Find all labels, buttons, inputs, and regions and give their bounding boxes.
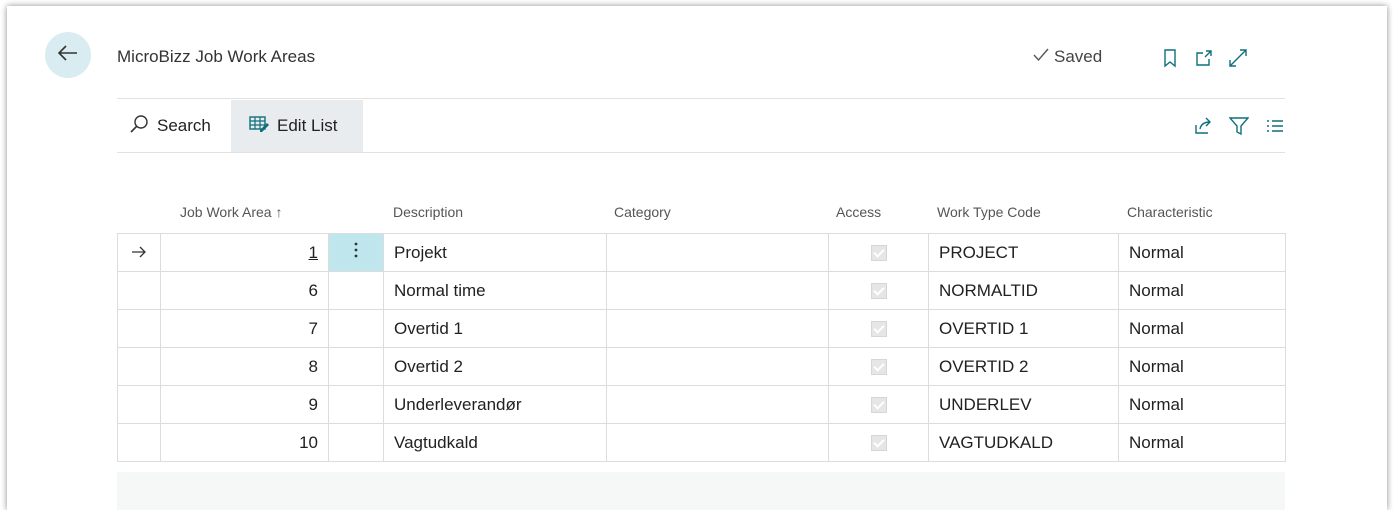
search-button[interactable]: Search — [129, 100, 211, 152]
characteristic-cell[interactable]: Normal — [1118, 423, 1286, 462]
description-cell[interactable]: Normal time — [383, 271, 607, 310]
job-work-area-cell[interactable]: 8 — [160, 347, 329, 386]
job-work-area-cell[interactable]: 1 — [160, 233, 329, 272]
action-bar: Search Edit List — [117, 100, 1285, 152]
access-checkbox[interactable] — [870, 283, 887, 300]
work-type-code-cell[interactable]: VAGTUDKALD — [928, 423, 1119, 462]
column-header-characteristic[interactable]: Characteristic — [1127, 204, 1213, 220]
header-divider — [117, 98, 1285, 99]
category-cell[interactable] — [606, 347, 829, 386]
job-work-area-value[interactable]: 1 — [309, 243, 318, 262]
list-options-icon[interactable] — [1265, 116, 1285, 136]
more-vertical-icon — [353, 242, 359, 263]
action-bar-right — [1193, 116, 1285, 136]
description-cell[interactable]: Overtid 2 — [383, 347, 607, 386]
saved-status: Saved — [1033, 47, 1102, 67]
row-menu-cell[interactable] — [328, 385, 384, 424]
current-row-arrow-icon — [117, 233, 161, 272]
saved-label: Saved — [1054, 47, 1103, 66]
column-header-work-type-code[interactable]: Work Type Code — [937, 204, 1041, 220]
description-cell[interactable]: Projekt — [383, 233, 607, 272]
work-type-code-cell[interactable]: UNDERLEV — [928, 385, 1119, 424]
access-cell[interactable] — [828, 309, 929, 348]
row-menu-cell[interactable] — [328, 271, 384, 310]
column-header-job-work-area[interactable]: Job Work Area ↑ — [180, 204, 282, 220]
filter-icon[interactable] — [1229, 116, 1249, 136]
job-work-area-cell[interactable]: 10 — [160, 423, 329, 462]
access-cell[interactable] — [828, 347, 929, 386]
characteristic-cell[interactable]: Normal — [1118, 233, 1286, 272]
row-selector[interactable] — [117, 423, 161, 462]
job-work-area-cell[interactable]: 9 — [160, 385, 329, 424]
bookmark-icon[interactable] — [1160, 48, 1180, 68]
expand-icon[interactable] — [1228, 48, 1248, 68]
table-row[interactable]: 10 Vagtudkald VAGTUDKALD Normal — [117, 423, 1286, 462]
row-menu-cell[interactable] — [328, 309, 384, 348]
open-in-new-window-icon[interactable] — [1194, 48, 1214, 68]
edit-list-icon — [249, 115, 269, 138]
access-cell[interactable] — [828, 233, 929, 272]
job-work-area-cell[interactable]: 6 — [160, 271, 329, 310]
category-cell[interactable] — [606, 423, 829, 462]
header-actions — [1160, 48, 1248, 68]
share-icon[interactable] — [1193, 116, 1213, 136]
back-button[interactable] — [45, 32, 91, 78]
characteristic-cell[interactable]: Normal — [1118, 385, 1286, 424]
work-type-code-cell[interactable]: PROJECT — [928, 233, 1119, 272]
data-grid: 1 Projekt PROJECT Normal 6 Normal time N… — [117, 233, 1286, 462]
row-menu-cell[interactable] — [328, 423, 384, 462]
edit-list-button[interactable]: Edit List — [231, 100, 363, 152]
table-row[interactable]: 8 Overtid 2 OVERTID 2 Normal — [117, 347, 1286, 386]
characteristic-cell[interactable]: Normal — [1118, 347, 1286, 386]
description-cell[interactable]: Underleverandør — [383, 385, 607, 424]
row-selector[interactable] — [117, 385, 161, 424]
access-checkbox[interactable] — [870, 359, 887, 376]
sort-ascending-icon: ↑ — [275, 204, 283, 220]
category-cell[interactable] — [606, 271, 829, 310]
table-row[interactable]: 6 Normal time NORMALTID Normal — [117, 271, 1286, 310]
category-cell[interactable] — [606, 385, 829, 424]
category-cell[interactable] — [606, 233, 829, 272]
row-menu-cell[interactable] — [328, 347, 384, 386]
check-icon — [1033, 47, 1049, 67]
action-bar-divider — [117, 152, 1285, 153]
list-footer-area — [117, 472, 1285, 510]
description-cell[interactable]: Overtid 1 — [383, 309, 607, 348]
access-checkbox[interactable] — [870, 245, 887, 262]
search-icon — [129, 114, 149, 139]
row-menu-button[interactable] — [328, 233, 384, 272]
column-header-access[interactable]: Access — [836, 204, 881, 220]
edit-list-label: Edit List — [277, 116, 338, 135]
search-label: Search — [157, 116, 211, 135]
access-cell[interactable] — [828, 423, 929, 462]
access-checkbox[interactable] — [870, 397, 887, 414]
job-work-area-cell[interactable]: 7 — [160, 309, 329, 348]
description-cell[interactable]: Vagtudkald — [383, 423, 607, 462]
category-cell[interactable] — [606, 309, 829, 348]
page-title: MicroBizz Job Work Areas — [117, 47, 316, 66]
work-type-code-cell[interactable]: OVERTID 2 — [928, 347, 1119, 386]
column-header-job-work-area-label: Job Work Area — [180, 204, 272, 220]
access-cell[interactable] — [828, 385, 929, 424]
column-header-description[interactable]: Description — [393, 204, 463, 220]
arrow-left-icon — [57, 44, 78, 66]
row-selector[interactable] — [117, 309, 161, 348]
table-row[interactable]: 9 Underleverandør UNDERLEV Normal — [117, 385, 1286, 424]
characteristic-cell[interactable]: Normal — [1118, 271, 1286, 310]
row-selector[interactable] — [117, 347, 161, 386]
table-row[interactable]: 7 Overtid 1 OVERTID 1 Normal — [117, 309, 1286, 348]
table-row[interactable]: 1 Projekt PROJECT Normal — [117, 233, 1286, 272]
row-selector[interactable] — [117, 271, 161, 310]
access-checkbox[interactable] — [870, 321, 887, 338]
access-checkbox[interactable] — [870, 435, 887, 452]
work-type-code-cell[interactable]: NORMALTID — [928, 271, 1119, 310]
characteristic-cell[interactable]: Normal — [1118, 309, 1286, 348]
access-cell[interactable] — [828, 271, 929, 310]
column-header-category[interactable]: Category — [614, 204, 671, 220]
work-type-code-cell[interactable]: OVERTID 1 — [928, 309, 1119, 348]
